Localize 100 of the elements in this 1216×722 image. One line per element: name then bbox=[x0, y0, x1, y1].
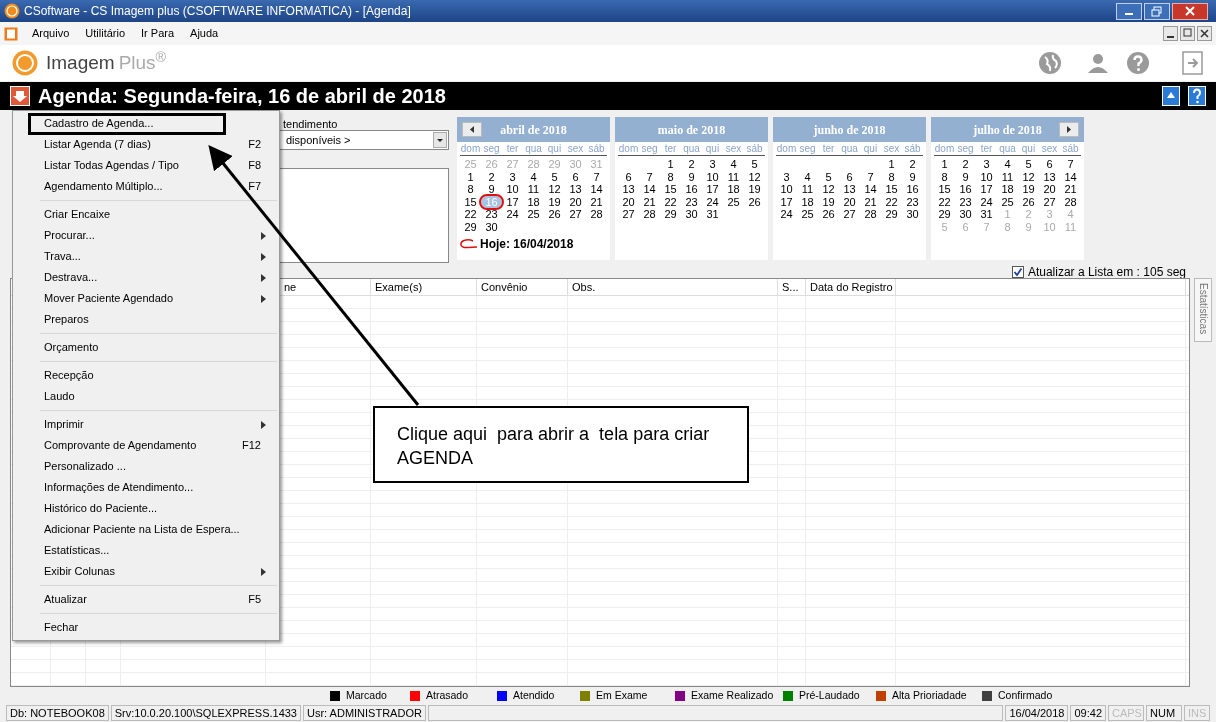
day-cell[interactable]: 19 bbox=[1018, 183, 1039, 196]
checkbox[interactable] bbox=[1011, 266, 1024, 278]
day-cell[interactable]: 3 bbox=[702, 158, 723, 171]
day-cell[interactable]: 27 bbox=[839, 208, 860, 221]
day-cell[interactable]: 19 bbox=[544, 195, 565, 208]
day-cell[interactable]: 27 bbox=[618, 208, 639, 221]
day-cell[interactable]: 24 bbox=[776, 208, 797, 221]
day-cell[interactable]: 18 bbox=[523, 195, 544, 208]
menu-item[interactable]: Procurar... bbox=[40, 225, 279, 246]
help-icon[interactable] bbox=[1126, 51, 1150, 75]
day-cell[interactable]: 9 bbox=[481, 183, 502, 196]
day-cell[interactable]: 24 bbox=[502, 208, 523, 221]
menu-item[interactable]: Laudo bbox=[40, 386, 279, 407]
day-cell[interactable]: 23 bbox=[902, 195, 923, 208]
menu-item[interactable]: Mover Paciente Agendado bbox=[40, 288, 279, 309]
day-cell[interactable]: 30 bbox=[955, 208, 976, 221]
day-cell[interactable]: 2 bbox=[681, 158, 702, 171]
day-cell[interactable]: 21 bbox=[639, 195, 660, 208]
menu-item[interactable]: Agendamento Múltiplo... F7 bbox=[40, 176, 279, 197]
day-cell[interactable]: 2 bbox=[902, 158, 923, 171]
day-cell[interactable]: 25 bbox=[997, 195, 1018, 208]
day-cell[interactable]: 23 bbox=[481, 208, 502, 221]
day-cell[interactable]: 1 bbox=[460, 170, 481, 183]
day-cell[interactable]: 10 bbox=[502, 183, 523, 196]
menu-item[interactable]: Imprimir bbox=[40, 414, 279, 435]
day-cell[interactable]: 28 bbox=[860, 208, 881, 221]
day-cell[interactable]: 12 bbox=[544, 183, 565, 196]
day-cell[interactable]: 11 bbox=[523, 183, 544, 196]
day-cell[interactable]: 29 bbox=[881, 208, 902, 221]
menu-item[interactable]: Utilitário bbox=[83, 25, 128, 42]
day-cell[interactable]: 20 bbox=[1039, 183, 1060, 196]
day-cell[interactable]: 7 bbox=[1060, 158, 1081, 171]
day-cell[interactable]: 15 bbox=[881, 183, 902, 196]
day-cell[interactable]: 29 bbox=[934, 208, 955, 221]
day-cell[interactable]: 24 bbox=[702, 195, 723, 208]
menu-item[interactable]: Atualizar F5 bbox=[40, 589, 279, 610]
close-icon[interactable] bbox=[1172, 2, 1208, 20]
day-cell[interactable]: 15 bbox=[660, 183, 681, 196]
day-cell[interactable]: 21 bbox=[586, 195, 607, 208]
right-triangle-icon[interactable] bbox=[1066, 126, 1072, 133]
day-cell[interactable]: 4 bbox=[997, 158, 1018, 171]
day-cell[interactable]: 17 bbox=[976, 183, 997, 196]
day-cell[interactable]: 21 bbox=[860, 195, 881, 208]
menu-item[interactable]: Ir Para bbox=[139, 25, 177, 42]
day-cell[interactable]: 24 bbox=[976, 195, 997, 208]
day-cell[interactable]: 10 bbox=[976, 170, 997, 183]
menu-item[interactable]: Fechar bbox=[40, 617, 279, 638]
menu-item[interactable]: Listar Todas Agendas / Tipo F8 bbox=[40, 155, 279, 176]
menu-item[interactable]: Orçamento bbox=[40, 337, 279, 358]
day-cell[interactable]: 31 bbox=[976, 208, 997, 221]
day-cell[interactable]: 8 bbox=[460, 183, 481, 196]
day-cell[interactable]: 17 bbox=[702, 183, 723, 196]
menu-item[interactable]: Preparos bbox=[40, 309, 279, 330]
day-cell[interactable]: 13 bbox=[1039, 170, 1060, 183]
day-cell[interactable]: 3 bbox=[502, 170, 523, 183]
day-cell[interactable]: 25 bbox=[723, 195, 744, 208]
menu-item[interactable]: Exibir Colunas bbox=[40, 561, 279, 582]
day-cell[interactable]: 29 bbox=[660, 208, 681, 221]
day-cell[interactable]: 31 bbox=[702, 208, 723, 221]
day-cell[interactable]: 15 bbox=[460, 195, 481, 208]
day-cell[interactable]: 30 bbox=[902, 208, 923, 221]
day-cell[interactable]: 7 bbox=[860, 170, 881, 183]
day-cell[interactable]: 30 bbox=[681, 208, 702, 221]
day-cell[interactable]: 20 bbox=[839, 195, 860, 208]
day-cell[interactable]: 18 bbox=[723, 183, 744, 196]
menu-item[interactable]: Estatísticas... bbox=[40, 540, 279, 561]
day-cell[interactable]: 19 bbox=[744, 183, 765, 196]
day-cell[interactable]: 1 bbox=[660, 158, 681, 171]
previous-month-button[interactable] bbox=[462, 122, 482, 137]
day-cell[interactable]: 6 bbox=[618, 170, 639, 183]
menu-item[interactable]: Informações de Atendimento... bbox=[40, 477, 279, 498]
day-cell[interactable]: 26 bbox=[1018, 195, 1039, 208]
day-cell[interactable]: 8 bbox=[934, 170, 955, 183]
day-cell[interactable]: 16 bbox=[902, 183, 923, 196]
day-cell[interactable]: 28 bbox=[1060, 195, 1081, 208]
menu-item[interactable]: Personalizado ... bbox=[40, 456, 279, 477]
day-cell[interactable]: 23 bbox=[681, 195, 702, 208]
day-cell[interactable]: 5 bbox=[1018, 158, 1039, 171]
column-header[interactable]: S... bbox=[782, 281, 799, 293]
menu-item[interactable]: Destrava... bbox=[40, 267, 279, 288]
day-cell[interactable]: 20 bbox=[565, 195, 586, 208]
day-cell[interactable]: 10 bbox=[702, 170, 723, 183]
day-cell[interactable]: 4 bbox=[723, 158, 744, 171]
exit-icon[interactable] bbox=[1182, 51, 1204, 75]
day-cell[interactable]: 20 bbox=[618, 195, 639, 208]
day-cell[interactable]: 18 bbox=[797, 195, 818, 208]
menu-item[interactable]: Arquivo bbox=[30, 25, 72, 42]
day-cell[interactable]: 6 bbox=[1039, 158, 1060, 171]
minimize-icon[interactable] bbox=[1116, 2, 1142, 20]
day-cell[interactable]: 11 bbox=[997, 170, 1018, 183]
day-cell[interactable]: 14 bbox=[586, 183, 607, 196]
day-cell[interactable]: 22 bbox=[460, 208, 481, 221]
day-cell[interactable]: 2 bbox=[481, 170, 502, 183]
caret-icon[interactable] bbox=[433, 132, 447, 148]
day-cell[interactable]: 26 bbox=[818, 208, 839, 221]
day-cell[interactable]: 3 bbox=[776, 170, 797, 183]
day-cell[interactable]: 22 bbox=[881, 195, 902, 208]
day-cell[interactable]: 7 bbox=[586, 170, 607, 183]
menu-item[interactable]: Recepção bbox=[40, 365, 279, 386]
column-header[interactable]: Obs. bbox=[572, 281, 596, 293]
